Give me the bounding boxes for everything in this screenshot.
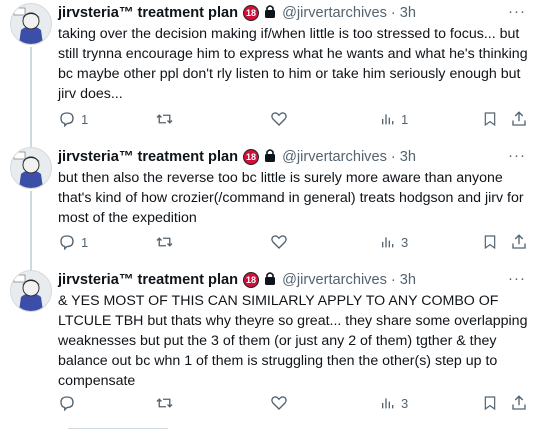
share-icon (512, 111, 526, 126)
age-badge-icon: 18 (243, 5, 260, 21)
action-bar: 1 1 (58, 110, 530, 130)
display-name[interactable]: jirvsteria™ treatment plan (58, 272, 238, 288)
view-count: 3 (401, 395, 409, 411)
retweet-icon (156, 237, 173, 247)
like-button[interactable] (270, 233, 293, 251)
reply-button[interactable]: 1 (58, 233, 88, 251)
view-count: 3 (401, 234, 409, 250)
tweet-text: but then also the reverse too bc little … (58, 170, 524, 226)
avatar-image (11, 4, 51, 44)
bookmark-icon (484, 112, 496, 127)
share-icon (512, 395, 526, 410)
heart-icon (271, 112, 287, 126)
separator: · (390, 272, 396, 288)
views-button[interactable]: 3 (380, 233, 408, 251)
more-icon[interactable]: ··· (508, 270, 526, 287)
bookmark-icon (484, 396, 496, 411)
timestamp[interactable]: 3h (400, 272, 416, 288)
age-badge-icon: 18 (243, 149, 260, 165)
tweet[interactable]: jirvsteria™ treatment plan 18 @jirvertar… (0, 3, 540, 147)
heart-icon (271, 235, 287, 249)
display-name[interactable]: jirvsteria™ treatment plan (58, 5, 238, 21)
timestamp[interactable]: 3h (400, 5, 416, 21)
reply-icon (60, 396, 74, 412)
share-button[interactable] (510, 110, 528, 128)
views-button[interactable]: 1 (380, 110, 408, 128)
handle[interactable]: @jirvertarchives (282, 5, 387, 21)
retweet-button[interactable] (155, 110, 179, 128)
reply-count: 1 (81, 234, 89, 250)
reply-button[interactable]: 1 (58, 110, 88, 128)
retweet-icon (156, 114, 173, 124)
lock-icon (264, 4, 276, 22)
retweet-button[interactable] (155, 394, 179, 412)
divider (68, 428, 168, 429)
thread-line (30, 47, 32, 147)
display-name[interactable]: jirvsteria™ treatment plan (58, 149, 238, 165)
avatar[interactable] (10, 270, 52, 312)
reply-icon (60, 235, 74, 251)
bookmark-button[interactable] (482, 110, 498, 128)
share-icon (512, 234, 526, 249)
share-button[interactable] (510, 233, 528, 251)
separator: · (390, 5, 396, 21)
like-button[interactable] (270, 394, 293, 412)
more-icon[interactable]: ··· (508, 3, 526, 20)
view-count: 1 (401, 111, 409, 127)
avatar[interactable] (10, 147, 52, 189)
handle[interactable]: @jirvertarchives (282, 149, 387, 165)
tweet-header: jirvsteria™ treatment plan 18 @jirvertar… (58, 3, 526, 22)
tweet[interactable]: jirvsteria™ treatment plan 18 @jirvertar… (0, 147, 540, 271)
avatar-image (11, 271, 51, 311)
views-icon (382, 237, 394, 248)
action-bar: 1 3 (58, 233, 530, 253)
separator: · (390, 149, 396, 165)
handle[interactable]: @jirvertarchives (282, 272, 387, 288)
thread-line (30, 191, 32, 271)
like-button[interactable] (270, 110, 293, 128)
more-icon[interactable]: ··· (508, 147, 526, 164)
tweet-text: & YES MOST OF THIS CAN SIMILARLY APPLY T… (58, 293, 528, 389)
timestamp[interactable]: 3h (400, 149, 416, 165)
tweet[interactable]: jirvsteria™ treatment plan 18 @jirvertar… (0, 270, 540, 420)
action-bar: 3 (58, 394, 530, 414)
share-button[interactable] (510, 394, 528, 412)
retweet-button[interactable] (155, 233, 179, 251)
tweet-header: jirvsteria™ treatment plan 18 @jirvertar… (58, 147, 526, 166)
reply-button[interactable] (58, 394, 81, 412)
age-badge-icon: 18 (243, 272, 260, 288)
bookmark-button[interactable] (482, 233, 498, 251)
lock-icon (264, 148, 276, 166)
heart-icon (271, 396, 287, 410)
tweet-text: taking over the decision making if/when … (58, 26, 528, 102)
retweet-icon (156, 398, 173, 408)
tweet-header: jirvsteria™ treatment plan 18 @jirvertar… (58, 270, 526, 289)
bookmark-icon (484, 235, 496, 250)
views-icon (382, 398, 394, 409)
avatar[interactable] (10, 3, 52, 45)
reply-count: 1 (81, 111, 89, 127)
views-icon (382, 114, 394, 125)
reply-icon (60, 112, 74, 128)
views-button[interactable]: 3 (380, 394, 408, 412)
bookmark-button[interactable] (482, 394, 498, 412)
lock-icon (264, 271, 276, 289)
avatar-image (11, 148, 51, 188)
